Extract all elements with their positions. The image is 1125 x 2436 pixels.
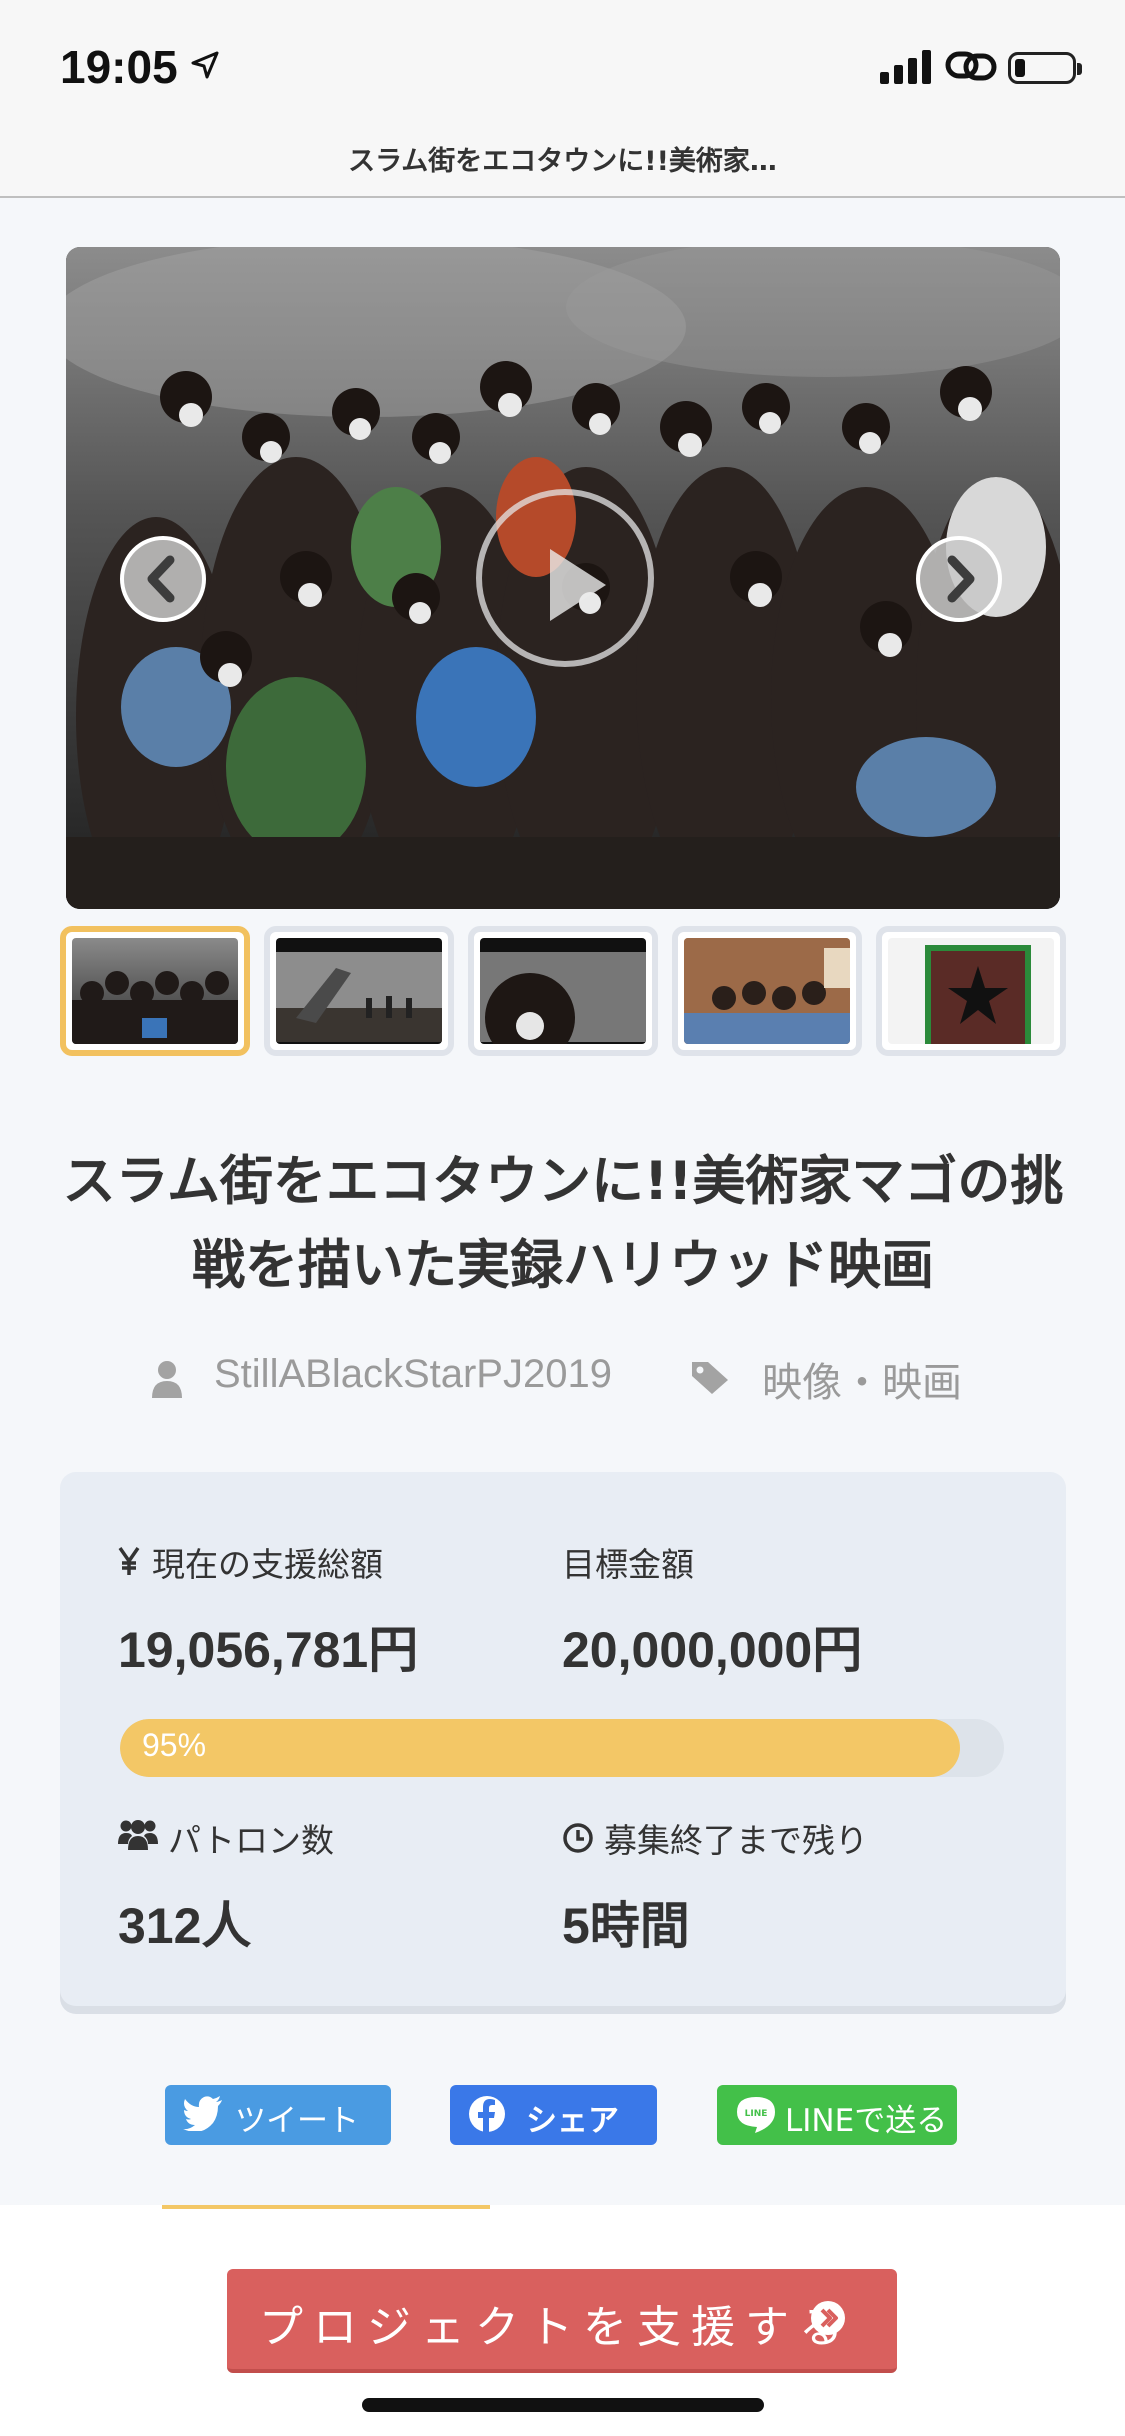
- facebook-share-button[interactable]: シェア: [450, 2085, 657, 2145]
- project-meta: StillABlackStarPJ2019 映像・映画: [0, 1348, 1125, 1408]
- goal-amount-label: 目標金額: [562, 1545, 694, 1584]
- thumbnail-4[interactable]: [672, 926, 862, 1056]
- svg-text:LINE: LINE: [745, 2109, 768, 2119]
- battery-icon: [1008, 52, 1082, 84]
- chevron-circle-right-icon: [811, 2301, 845, 2335]
- progress-percent: 95%: [142, 1727, 207, 1763]
- hotspot-link-icon: [945, 51, 997, 81]
- nav-bar: スラム街をエコタウンに!!美術家…: [0, 140, 1125, 198]
- funding-stats-card: 現在の支援総額 19,056,781円 目標金額 20,000,000円 95%…: [60, 1472, 1066, 2006]
- status-time: 19:05: [60, 41, 178, 93]
- clock-icon: [563, 1823, 593, 1853]
- facebook-icon: [469, 2096, 505, 2133]
- facebook-share-label: シェア: [526, 2103, 619, 2139]
- twitter-icon: [183, 2096, 222, 2131]
- thumbnail-3[interactable]: [468, 926, 658, 1056]
- time-remaining-value: 5時間: [562, 1898, 690, 1954]
- play-video-button[interactable]: [476, 489, 654, 667]
- current-amount-label: 現在の支援総額: [152, 1545, 383, 1584]
- support-project-label: プロジェクトを支援する: [259, 2302, 853, 2353]
- home-indicator: [362, 2398, 764, 2412]
- hero-media[interactable]: [66, 247, 1060, 909]
- location-arrow-icon: [191, 51, 219, 79]
- users-icon: [118, 1820, 158, 1850]
- project-category-link[interactable]: 映像・映画: [762, 1350, 962, 1408]
- patrons-label: パトロン数: [168, 1821, 334, 1860]
- line-share-label: LINEで送る: [785, 2103, 948, 2139]
- chevron-right-icon: [947, 555, 975, 603]
- progress-fill: [120, 1719, 960, 1777]
- thumbnail-strip: [60, 926, 1066, 1058]
- project-owner-link[interactable]: StillABlackStarPJ2019: [214, 1352, 612, 1397]
- page-title: スラム街をエコタウンに!!美術家…: [348, 146, 777, 177]
- thumbnail-5[interactable]: [876, 926, 1066, 1056]
- current-amount-value: 19,056,781円: [118, 1622, 419, 1678]
- time-remaining-label: 募集終了まで残り: [604, 1821, 868, 1860]
- chevron-left-icon: [147, 555, 175, 603]
- funding-progress-bar: 95%: [120, 1719, 1004, 1777]
- line-share-button[interactable]: LINE LINEで送る: [717, 2085, 957, 2145]
- carousel-next-button[interactable]: [916, 536, 1002, 622]
- tweet-button[interactable]: ツイート: [165, 2085, 391, 2145]
- play-icon: [550, 549, 606, 621]
- status-bar: 19:05: [0, 0, 1125, 140]
- user-icon: [152, 1361, 182, 1398]
- tab-indicator: [162, 2205, 490, 2209]
- thumbnail-1[interactable]: [60, 926, 250, 1056]
- line-icon: LINE: [737, 2097, 775, 2133]
- signal-icon: [880, 50, 931, 84]
- yen-icon: [118, 1547, 140, 1575]
- thumbnail-2[interactable]: [264, 926, 454, 1056]
- project-title: スラム街をエコタウンに!!美術家マゴの挑戦を描いた実録ハリウッド映画: [62, 1151, 1064, 1296]
- patrons-value: 312人: [118, 1898, 252, 1954]
- carousel-prev-button[interactable]: [120, 536, 206, 622]
- support-project-button[interactable]: プロジェクトを支援する: [227, 2269, 897, 2373]
- tweet-label: ツイート: [235, 2103, 359, 2139]
- goal-amount-value: 20,000,000円: [562, 1622, 863, 1678]
- tag-icon: [692, 1362, 728, 1394]
